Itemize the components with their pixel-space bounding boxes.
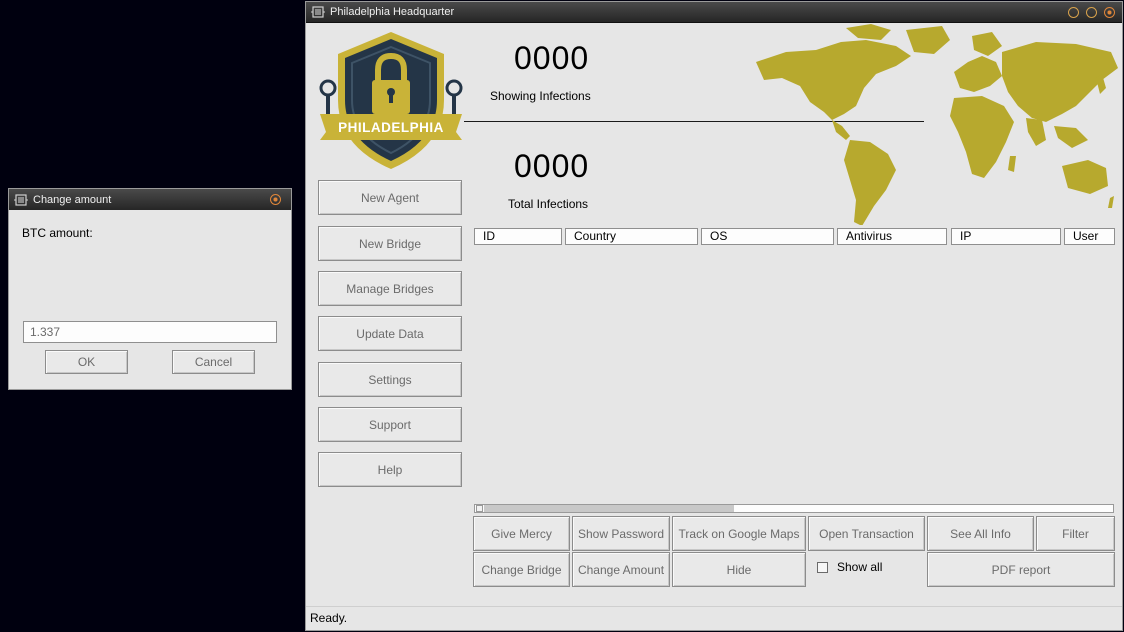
support-button[interactable]: Support xyxy=(318,407,462,442)
column-header-country[interactable]: Country xyxy=(565,228,698,245)
scrollbar-thumb[interactable] xyxy=(484,505,734,512)
give-mercy-button[interactable]: Give Mercy xyxy=(473,516,570,551)
philadelphia-logo: PHILADELPHIA xyxy=(319,32,463,169)
showing-infections-count: 0000 xyxy=(514,40,590,76)
infections-table[interactable]: ID Country OS Antivirus IP User xyxy=(474,225,1115,515)
column-header-user[interactable]: User xyxy=(1064,228,1115,245)
minimize-icon[interactable] xyxy=(1068,6,1079,18)
hide-button[interactable]: Hide xyxy=(672,552,806,587)
close-icon[interactable] xyxy=(1104,6,1115,18)
new-bridge-button[interactable]: New Bridge xyxy=(318,226,462,261)
show-all-toggle[interactable]: Show all xyxy=(817,560,882,574)
column-header-ip[interactable]: IP xyxy=(951,228,1061,245)
total-infections-label: Total Infections xyxy=(508,197,589,211)
new-agent-button[interactable]: New Agent xyxy=(318,180,462,215)
scroll-left-icon[interactable] xyxy=(476,505,483,512)
horizontal-scrollbar[interactable] xyxy=(474,504,1114,513)
maximize-icon[interactable] xyxy=(1086,6,1097,18)
total-infections-count: 0000 xyxy=(514,148,590,184)
app-icon xyxy=(310,5,325,20)
change-bridge-button[interactable]: Change Bridge xyxy=(473,552,570,587)
show-all-checkbox[interactable] xyxy=(817,561,828,573)
world-map xyxy=(756,24,1118,226)
show-password-button[interactable]: Show Password xyxy=(572,516,670,551)
filter-button[interactable]: Filter xyxy=(1036,516,1115,551)
dialog-title: Change amount xyxy=(33,193,112,206)
dialog-app-icon xyxy=(13,192,28,207)
dialog-close-icon[interactable] xyxy=(270,194,281,205)
manage-bridges-button[interactable]: Manage Bridges xyxy=(318,271,462,306)
main-window: Philadelphia Headquarter PHILADELPHIA 00… xyxy=(305,1,1123,631)
track-on-google-maps-button[interactable]: Track on Google Maps xyxy=(672,516,806,551)
cancel-button[interactable]: Cancel xyxy=(172,350,255,374)
see-all-info-button[interactable]: See All Info xyxy=(927,516,1034,551)
btc-amount-input[interactable] xyxy=(23,321,277,343)
logo-text: PHILADELPHIA xyxy=(338,120,444,135)
update-data-button[interactable]: Update Data xyxy=(318,316,462,351)
show-all-label: Show all xyxy=(837,560,883,574)
status-bar: Ready. xyxy=(306,606,1122,630)
change-amount-button[interactable]: Change Amount xyxy=(572,552,670,587)
dialog-titlebar[interactable]: Change amount xyxy=(9,189,291,210)
pdf-report-button[interactable]: PDF report xyxy=(927,552,1115,587)
btc-amount-label: BTC amount: xyxy=(22,226,93,240)
showing-infections-label: Showing Infections xyxy=(490,89,591,103)
help-button[interactable]: Help xyxy=(318,452,462,487)
column-header-antivirus[interactable]: Antivirus xyxy=(837,228,947,245)
change-amount-dialog: Change amount BTC amount: OK Cancel xyxy=(8,188,292,390)
settings-button[interactable]: Settings xyxy=(318,362,462,397)
open-transaction-button[interactable]: Open Transaction xyxy=(808,516,925,551)
column-header-os[interactable]: OS xyxy=(701,228,834,245)
ok-button[interactable]: OK xyxy=(45,350,128,374)
main-titlebar[interactable]: Philadelphia Headquarter xyxy=(306,2,1122,23)
column-header-id[interactable]: ID xyxy=(474,228,562,245)
main-window-title: Philadelphia Headquarter xyxy=(330,6,455,18)
